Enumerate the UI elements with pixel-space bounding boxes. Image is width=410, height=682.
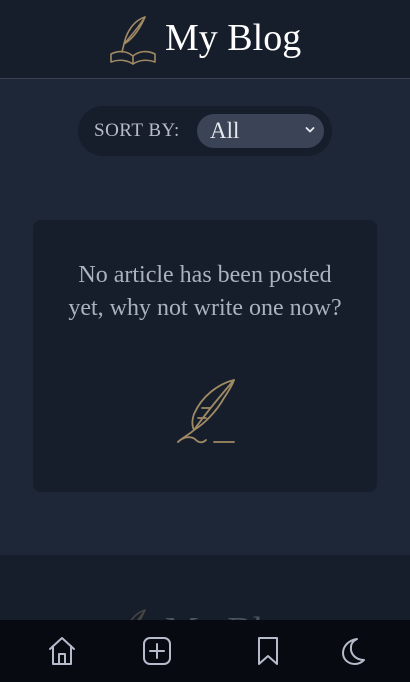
sort-select[interactable]: All [197, 114, 324, 148]
empty-state-message: No article has been posted yet, why not … [68, 262, 342, 321]
moon-icon[interactable] [335, 634, 369, 668]
add-post-icon[interactable] [140, 634, 174, 668]
sort-selected-value: All [210, 118, 240, 143]
quill-book-icon[interactable] [107, 14, 159, 66]
empty-state-card: No article has been posted yet, why not … [33, 220, 377, 492]
home-icon[interactable] [45, 634, 79, 668]
quill-icon [174, 378, 238, 446]
sort-control: SORT BY: All [78, 106, 332, 156]
site-header: My Blog [0, 0, 410, 79]
chevron-down-icon [305, 127, 315, 133]
sort-label: SORT BY: [94, 120, 180, 141]
bottom-nav [0, 620, 410, 682]
site-title[interactable]: My Blog [165, 12, 301, 64]
bookmark-icon[interactable] [251, 634, 285, 668]
